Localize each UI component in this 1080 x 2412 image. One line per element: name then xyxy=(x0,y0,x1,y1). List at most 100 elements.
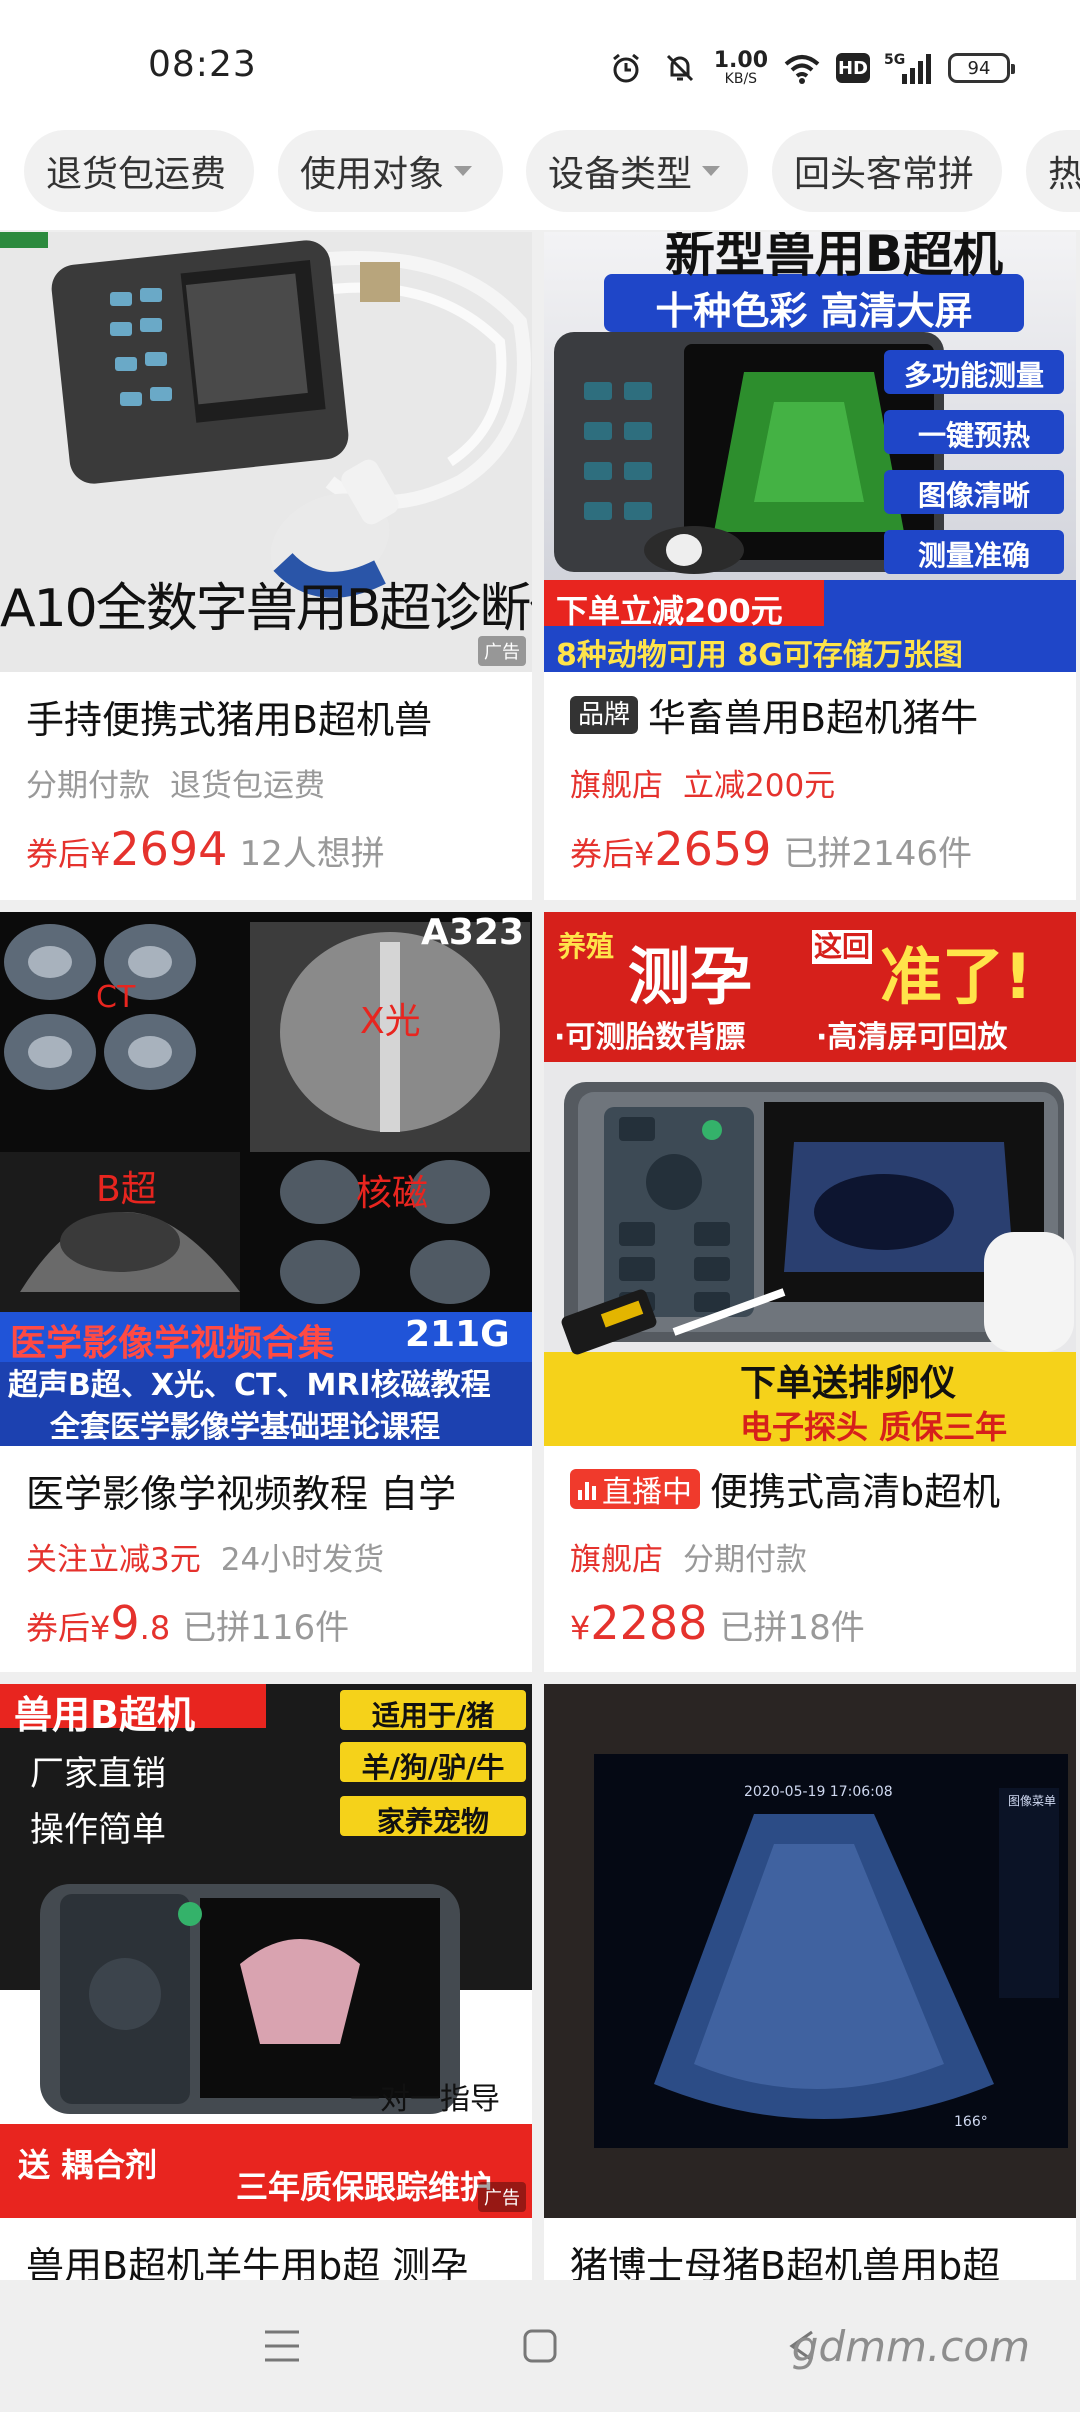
feature-label: 测量准确 xyxy=(917,539,1030,572)
tag: 退货包运费 xyxy=(170,768,325,804)
filter-chip-label: 退货包运费 xyxy=(46,154,227,195)
status-time: 08:23 xyxy=(148,44,257,85)
image-headline: 医学影像学视频合集 xyxy=(10,1323,335,1364)
sold-count: 已拼116件 xyxy=(182,1608,350,1648)
filter-chip-label: 热 xyxy=(1048,154,1080,195)
currency-symbol: ¥ xyxy=(90,1609,111,1647)
image-feature: 适用于/猪 xyxy=(371,1699,495,1732)
feature-label: 多功能测量 xyxy=(903,359,1044,392)
battery-icon: 94 xyxy=(948,53,1015,83)
price: 2694 xyxy=(110,822,228,876)
currency-symbol: ¥ xyxy=(570,1609,591,1647)
system-nav-bar: gdmm.com xyxy=(0,2280,1080,2412)
sold-count: 已拼2146件 xyxy=(783,834,972,874)
image-feature: 家养宠物 xyxy=(376,1805,489,1838)
image-note: 一对一指导 xyxy=(350,2082,500,2117)
tag: 旗舰店 xyxy=(570,768,663,804)
product-card-1[interactable]: A10全数字兽用B超诊断仪 广告 手持便携式猪用B超机兽 分期付款 退货包运费 券… xyxy=(0,232,532,900)
product-tags: 分期付款 退货包运费 xyxy=(26,760,345,805)
tag: 关注立减3元 xyxy=(26,1542,201,1578)
product-title-text: 华畜兽用B超机猪牛 xyxy=(648,696,979,740)
scan-angle: 166° xyxy=(954,2114,988,2130)
ad-label: 广告 xyxy=(478,2182,526,2212)
product-card-5[interactable]: 兽用B超机 适用于/猪 羊/狗/驴/牛 家养宠物 厂家直销 操作简单 一对一指导… xyxy=(0,1684,532,2280)
price-prefix: 券后 xyxy=(570,835,635,873)
price-row: 券后 ¥ 9 .8 已拼116件 xyxy=(26,1596,349,1650)
filter-chip-target-user[interactable]: 使用对象 xyxy=(278,130,503,212)
product-title[interactable]: 直播中 便携式高清b超机 xyxy=(570,1461,1000,1516)
menu-icon[interactable] xyxy=(252,2316,312,2376)
product-image[interactable]: A323 CT X光 B超 核磁 医学影像学视频合集 211G 超声B超、X光、… xyxy=(0,912,532,1446)
product-image[interactable]: 养殖 测孕 这回 准了! ·可测胎数背膘 ·高清屏可回放 下单送排卵仪 电子探头… xyxy=(544,912,1076,1446)
image-subline: 操作简单 xyxy=(30,1810,166,1850)
product-image[interactable]: 兽用B超机 适用于/猪 羊/狗/驴/牛 家养宠物 厂家直销 操作简单 一对一指导… xyxy=(0,1684,532,2218)
tag: 分期付款 xyxy=(683,1542,807,1578)
chevron-down-icon xyxy=(454,166,473,176)
filter-bar: 退货包运费 使用对象 设备类型 回头客常拼 热 xyxy=(0,130,1080,230)
feature-label: 一键预热 xyxy=(917,419,1030,452)
product-image[interactable]: 新型兽用B超机 十种色彩 高清大屏 多功能测量 一键预热 图像清晰 测量准确 下… xyxy=(544,232,1076,672)
product-title[interactable]: 兽用B超机羊牛用b超 测孕 xyxy=(26,2235,468,2280)
image-label-mri: 核磁 xyxy=(356,1173,429,1214)
filter-chip-repeat-buyers[interactable]: 回头客常拼 xyxy=(772,130,1002,212)
image-code: A323 xyxy=(420,912,524,953)
brand-badge: 品牌 xyxy=(570,695,639,734)
image-tag-this-time: 这回 xyxy=(812,930,872,964)
product-card-6[interactable]: 2020-05-19 17:06:08 图像菜单 166° 猪博士母猪B超机兽用… xyxy=(544,1684,1076,2280)
image-size: 211G xyxy=(405,1314,510,1355)
image-tag-farming: 养殖 xyxy=(558,930,615,963)
filter-chip-hot[interactable]: 热 xyxy=(1026,130,1080,212)
tag: 旗舰店 xyxy=(570,1542,663,1578)
image-headline: 新型兽用B超机 xyxy=(664,232,1004,283)
ad-label: 广告 xyxy=(478,636,526,666)
network-speed-value: 1.00 xyxy=(713,48,768,73)
filter-chip-label: 设备类型 xyxy=(548,154,693,195)
live-badge-label: 直播中 xyxy=(602,1474,692,1510)
currency-symbol: ¥ xyxy=(90,835,111,873)
filter-chip-label: 回头客常拼 xyxy=(794,154,975,195)
image-subline: 全套医学影像学基础理论课程 xyxy=(50,1410,440,1445)
battery-level: 94 xyxy=(967,57,991,79)
product-title[interactable]: 手持便携式猪用B超机兽 xyxy=(26,689,432,744)
product-title-text: 便携式高清b超机 xyxy=(710,1470,1001,1514)
product-image[interactable]: 2020-05-19 17:06:08 图像菜单 166° xyxy=(544,1684,1076,2218)
image-promo-secondary: 电子探头 质保三年 xyxy=(740,1408,1008,1446)
filter-chip-free-return[interactable]: 退货包运费 xyxy=(24,130,254,212)
sold-count: 已拼18件 xyxy=(719,1608,865,1648)
home-icon[interactable] xyxy=(510,2316,570,2376)
scan-timestamp: 2020-05-19 17:06:08 xyxy=(744,1784,893,1800)
price: 2659 xyxy=(654,822,772,876)
product-tags: 关注立减3元 24小时发货 xyxy=(26,1534,404,1579)
image-promo: 下单送排卵仪 xyxy=(740,1363,957,1404)
promo-banner-secondary: 8种动物可用 8G可存储万张图 xyxy=(556,638,963,672)
price-row: ¥ 2288 已拼18件 xyxy=(570,1596,865,1650)
app-screen: 08:23 1.00 KB/S HD 5G 94 退货包运费 使用对象 设备类型… xyxy=(0,0,1080,2412)
price: 9 xyxy=(110,1596,140,1650)
product-card-2[interactable]: 新型兽用B超机 十种色彩 高清大屏 多功能测量 一键预热 图像清晰 测量准确 下… xyxy=(544,232,1076,900)
tag: 分期付款 xyxy=(26,768,150,804)
price-row: 券后 ¥ 2659 已拼2146件 xyxy=(570,822,972,876)
price-prefix: 券后 xyxy=(26,835,91,873)
price-decimal: .8 xyxy=(139,1609,171,1647)
network-speed: 1.00 KB/S xyxy=(713,48,768,87)
image-feature: ·高清屏可回放 xyxy=(816,1020,1008,1055)
product-card-3[interactable]: A323 CT X光 B超 核磁 医学影像学视频合集 211G 超声B超、X光、… xyxy=(0,912,532,1672)
promo-banner: 下单立减200元 xyxy=(556,592,783,630)
product-card-4[interactable]: 养殖 测孕 这回 准了! ·可测胎数背膘 ·高清屏可回放 下单送排卵仪 电子探头… xyxy=(544,912,1076,1672)
network-speed-unit: KB/S xyxy=(724,71,758,87)
alarm-icon xyxy=(606,48,646,88)
currency-symbol: ¥ xyxy=(634,835,655,873)
product-tags: 旗舰店 分期付款 xyxy=(570,1534,827,1579)
filter-chip-device-type[interactable]: 设备类型 xyxy=(526,130,748,212)
product-title[interactable]: 医学影像学视频教程 自学 xyxy=(26,1463,456,1518)
hd-icon: HD xyxy=(836,53,870,83)
image-promo: 送 耦合剂 xyxy=(18,2146,158,2184)
wifi-icon xyxy=(782,48,822,88)
image-feature: ·可测胎数背膘 xyxy=(554,1020,746,1055)
price-prefix: 券后 xyxy=(26,1609,91,1647)
image-caption: A10全数字兽用B超诊断仪 xyxy=(0,579,532,639)
product-image[interactable]: A10全数字兽用B超诊断仪 广告 xyxy=(0,232,532,672)
product-title[interactable]: 品牌 华畜兽用B超机猪牛 xyxy=(570,687,978,742)
product-tags: 旗舰店 立减200元 xyxy=(570,760,855,805)
product-title[interactable]: 猪博士母猪B超机兽用b超 xyxy=(570,2235,1000,2280)
